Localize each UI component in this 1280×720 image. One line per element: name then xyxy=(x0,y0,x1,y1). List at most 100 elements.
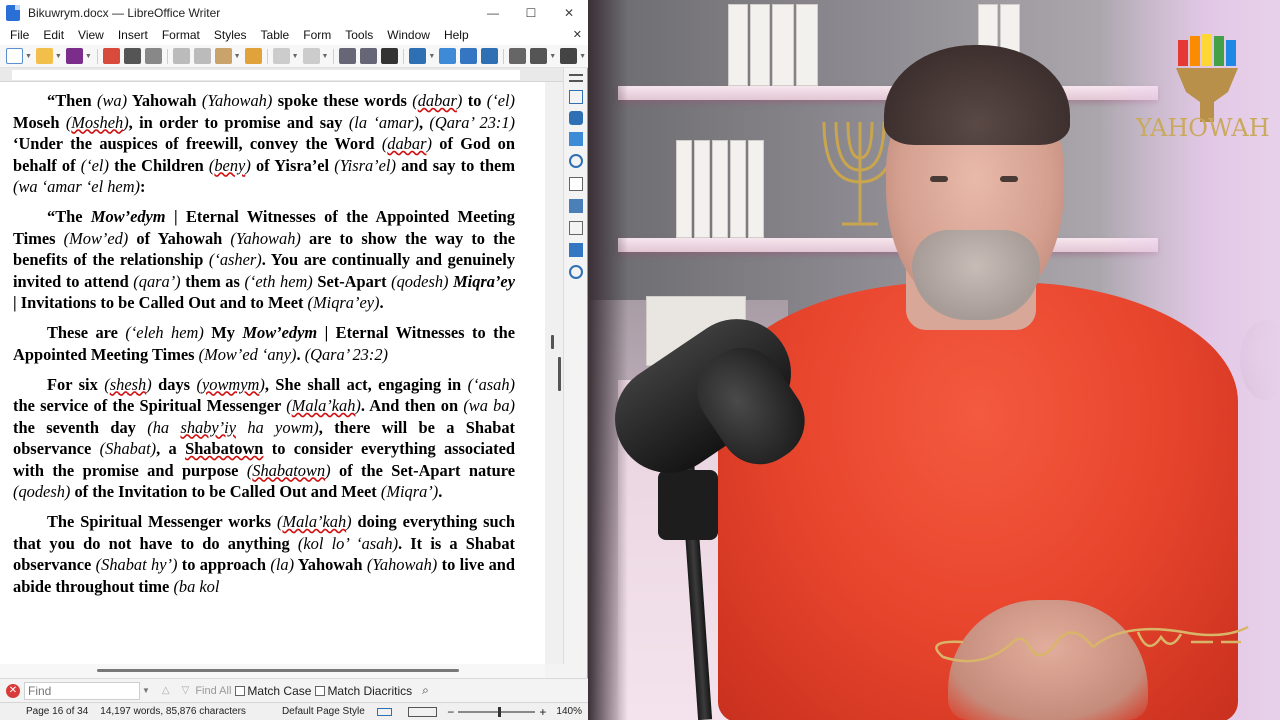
clone-formatting-icon[interactable] xyxy=(244,48,262,64)
find-replace-icon[interactable] xyxy=(339,48,357,64)
close-button[interactable]: ✕ xyxy=(550,0,588,26)
book xyxy=(712,140,728,238)
yahowah-logo-text: YAHOWAH xyxy=(1136,114,1270,142)
find-previous-icon[interactable]: △ xyxy=(162,685,170,696)
navigator-icon[interactable] xyxy=(569,154,583,168)
book xyxy=(772,4,794,86)
selection-mode-icon[interactable] xyxy=(376,707,393,716)
undo-icon[interactable] xyxy=(272,48,290,64)
video-feed: YAHOWAH xyxy=(588,0,1280,720)
formatting-marks-icon[interactable] xyxy=(381,48,399,64)
manage-changes-icon[interactable] xyxy=(569,221,583,235)
paragraph: The Spiritual Messenger works (Mala’kah)… xyxy=(13,512,516,596)
window-title: Bikuwrym.docx — LibreOffice Writer xyxy=(28,6,221,20)
properties-icon[interactable] xyxy=(569,90,583,104)
minimize-button[interactable]: — xyxy=(474,0,512,26)
zoom-level[interactable]: 140% xyxy=(550,706,588,717)
spelling-icon[interactable] xyxy=(360,48,378,64)
paragraph: These are (‘eleh hem) My Mow’edym | Eter… xyxy=(13,323,515,364)
redo-icon[interactable] xyxy=(302,48,320,64)
export-pdf-icon[interactable] xyxy=(102,48,120,64)
menu-styles[interactable]: Styles xyxy=(207,26,254,45)
person-beard xyxy=(912,230,1040,320)
style-inspector-icon[interactable] xyxy=(569,199,583,213)
print-preview-icon[interactable] xyxy=(144,48,162,64)
document-page[interactable]: “Then (wa) Yahowah (Yahowah) spoke these… xyxy=(0,82,545,664)
paragraph: “Then (wa) Yahowah (Yahowah) spoke these… xyxy=(13,91,515,196)
menu-table[interactable]: Table xyxy=(254,26,297,45)
horizontal-scrollbar[interactable] xyxy=(0,664,545,678)
writer-window: Bikuwrym.docx — LibreOffice Writer — ☐ ✕… xyxy=(0,0,588,720)
standard-toolbar: ▼ ▼ ▼ ▼ ▼ ▼ ▼ ▼ ▼ xyxy=(0,45,588,68)
menu-help[interactable]: Help xyxy=(437,26,476,45)
zoom-slider[interactable] xyxy=(458,706,536,717)
book xyxy=(728,4,748,86)
microphone-mount xyxy=(658,470,718,540)
insert-textbox-icon[interactable] xyxy=(481,48,499,64)
match-diacritics-label: Match Diacritics xyxy=(327,683,413,698)
page-icon[interactable] xyxy=(569,177,583,191)
menu-view[interactable]: View xyxy=(71,26,111,45)
match-case-checkbox[interactable] xyxy=(235,685,246,696)
page-break-icon[interactable] xyxy=(509,48,527,64)
new-document-icon[interactable] xyxy=(6,48,23,64)
find-sidebar-icon[interactable] xyxy=(569,265,583,279)
shelf xyxy=(618,238,1158,252)
print-icon[interactable] xyxy=(123,48,141,64)
close-findbar-icon[interactable]: ✕ xyxy=(6,683,20,698)
word-count[interactable]: 14,197 words, 85,876 characters xyxy=(94,706,252,717)
open-folder-icon[interactable] xyxy=(35,48,53,64)
zoom-out-icon[interactable]: − xyxy=(447,705,454,719)
paste-icon[interactable] xyxy=(214,48,232,64)
gallery-icon[interactable] xyxy=(569,132,583,146)
find-history-dropdown[interactable]: ▼ xyxy=(142,686,150,695)
status-bar: Page 16 of 34 14,197 words, 85,876 chara… xyxy=(0,702,588,720)
view-layout-icon[interactable] xyxy=(408,706,438,717)
menu-file[interactable]: File xyxy=(3,26,36,45)
menu-form[interactable]: Form xyxy=(296,26,338,45)
find-replace-icon[interactable]: ⌕ xyxy=(422,683,429,698)
horizontal-ruler[interactable] xyxy=(0,68,563,82)
special-character-icon[interactable] xyxy=(560,48,578,64)
cut-icon[interactable] xyxy=(172,48,190,64)
menu-window[interactable]: Window xyxy=(380,26,437,45)
title-bar: Bikuwrym.docx — LibreOffice Writer — ☐ ✕ xyxy=(0,0,588,26)
menu-bar: File Edit View Insert Format Styles Tabl… xyxy=(0,26,588,45)
menu-insert[interactable]: Insert xyxy=(111,26,155,45)
copy-icon[interactable] xyxy=(193,48,211,64)
writer-app-icon xyxy=(6,5,20,21)
document-text: “Then (wa) Yahowah (Yahowah) spoke these… xyxy=(13,90,515,606)
person-eye xyxy=(930,176,948,182)
save-icon[interactable] xyxy=(65,48,83,64)
insert-chart-icon[interactable] xyxy=(460,48,478,64)
styles-icon[interactable] xyxy=(569,111,583,125)
book xyxy=(750,4,770,86)
page-count[interactable]: Page 16 of 34 xyxy=(20,706,94,717)
design-icon[interactable] xyxy=(569,243,583,257)
craig-winn-signature-icon xyxy=(935,625,1249,663)
person-eye xyxy=(1000,176,1018,182)
find-input[interactable] xyxy=(24,681,140,700)
book xyxy=(748,140,764,238)
zoom-in-icon[interactable]: + xyxy=(539,705,546,719)
menu-edit[interactable]: Edit xyxy=(36,26,71,45)
sidebar-deck xyxy=(563,68,587,664)
insert-table-icon[interactable] xyxy=(409,48,427,64)
maximize-button[interactable]: ☐ xyxy=(512,0,550,26)
vertical-scrollbar[interactable] xyxy=(545,82,563,664)
book xyxy=(796,4,818,86)
paragraph: “The Mow’edym | Eternal Witnesses of the… xyxy=(13,207,516,312)
book xyxy=(676,140,692,238)
sidebar-menu-icon[interactable] xyxy=(569,74,583,82)
insert-image-icon[interactable] xyxy=(439,48,457,64)
insert-field-icon[interactable] xyxy=(530,48,548,64)
match-case-label: Match Case xyxy=(247,683,312,698)
menu-tools[interactable]: Tools xyxy=(338,26,380,45)
page-style[interactable]: Default Page Style xyxy=(276,706,371,717)
paragraph: For six (shesh) days (yowmym), She shall… xyxy=(13,374,515,502)
find-next-icon[interactable]: ▽ xyxy=(182,685,190,696)
close-document-icon[interactable]: ✕ xyxy=(573,26,582,45)
match-diacritics-checkbox[interactable] xyxy=(315,685,326,696)
menu-format[interactable]: Format xyxy=(155,26,207,45)
find-all-button[interactable]: Find All xyxy=(195,685,231,697)
